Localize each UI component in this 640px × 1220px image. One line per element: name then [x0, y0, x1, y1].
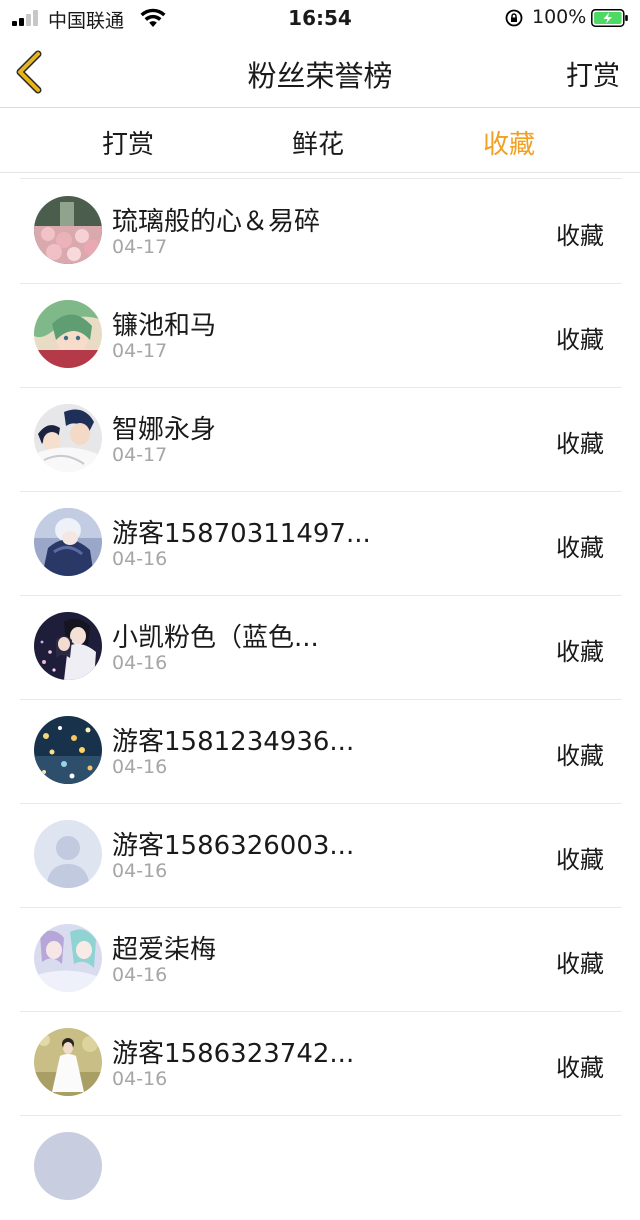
tab-flowers[interactable]: 鲜花 [258, 124, 378, 161]
list-item[interactable]: 游客1586323742... 04-16 收藏 [0, 1012, 640, 1116]
avatar [34, 404, 102, 472]
user-name: 游客1586326003... [112, 831, 355, 861]
action-label: 收藏 [556, 430, 604, 458]
list-item[interactable]: 镰池和马 04-17 收藏 [0, 284, 640, 388]
favorite-date: 04-16 [112, 756, 168, 778]
list-item[interactable]: 小凯粉色（蓝色... 04-16 收藏 [0, 596, 640, 700]
tab-favorites[interactable]: 收藏 [449, 124, 569, 161]
list-item[interactable]: 游客15870311497... 04-16 收藏 [0, 492, 640, 596]
list-item[interactable]: 琉璃般的心＆易碎 04-17 收藏 [0, 180, 640, 284]
user-name: 游客1586323742... [112, 1039, 355, 1069]
favorite-date: 04-16 [112, 964, 168, 986]
avatar [34, 612, 102, 680]
action-label: 收藏 [556, 638, 604, 666]
navigation-bar: 粉丝荣誉榜 打赏 [0, 36, 640, 108]
list-top-divider [20, 178, 622, 179]
avatar [34, 1028, 102, 1096]
avatar [34, 300, 102, 368]
avatar [34, 508, 102, 576]
favorite-date: 04-17 [112, 444, 168, 466]
action-label: 收藏 [556, 950, 604, 978]
favorite-date: 04-16 [112, 860, 168, 882]
list-item[interactable]: 游客1586326003... 04-16 收藏 [0, 804, 640, 908]
user-name: 游客1581234936... [112, 727, 355, 757]
avatar [34, 820, 102, 888]
list-item-partial[interactable] [0, 1116, 640, 1220]
list-item[interactable]: 游客1581234936... 04-16 收藏 [0, 700, 640, 804]
favorite-date: 04-17 [112, 236, 168, 258]
battery-percent: 100% [532, 6, 587, 28]
battery-icon [591, 9, 628, 27]
status-bar: 中国联通 16:54 100% [0, 0, 640, 36]
action-label: 收藏 [556, 534, 604, 562]
avatar [34, 196, 102, 264]
favorite-date: 04-17 [112, 340, 168, 362]
user-name: 超爱柒梅 [112, 935, 217, 965]
tab-tip[interactable]: 打赏 [68, 124, 188, 161]
user-name: 琉璃般的心＆易碎 [112, 207, 321, 237]
list-item[interactable]: 超爱柒梅 04-16 收藏 [0, 908, 640, 1012]
tab-bar: 打赏 鲜花 收藏 [0, 108, 640, 172]
avatar [34, 716, 102, 784]
tabs-divider [0, 172, 640, 173]
user-name: 镰池和马 [112, 311, 217, 341]
favorite-date: 04-16 [112, 1068, 168, 1090]
page-title: 粉丝荣誉榜 [247, 59, 393, 93]
action-label: 收藏 [556, 742, 604, 770]
avatar [34, 924, 102, 992]
action-label: 收藏 [556, 326, 604, 354]
list-item[interactable]: 智娜永身 04-17 收藏 [0, 388, 640, 492]
action-label: 收藏 [556, 222, 604, 250]
favorite-date: 04-16 [112, 652, 168, 674]
user-name: 智娜永身 [112, 415, 217, 445]
favorite-date: 04-16 [112, 548, 168, 570]
action-label: 收藏 [556, 846, 604, 874]
rotation-lock-icon [505, 9, 523, 27]
user-name: 游客15870311497... [112, 519, 371, 549]
tip-button[interactable]: 打赏 [566, 54, 620, 93]
user-name: 小凯粉色（蓝色... [112, 623, 319, 653]
avatar [34, 1132, 102, 1200]
fan-list: 琉璃般的心＆易碎 04-17 收藏 镰池和马 04-17 收藏 智娜永身 04-… [0, 180, 640, 1220]
action-label: 收藏 [556, 1054, 604, 1082]
